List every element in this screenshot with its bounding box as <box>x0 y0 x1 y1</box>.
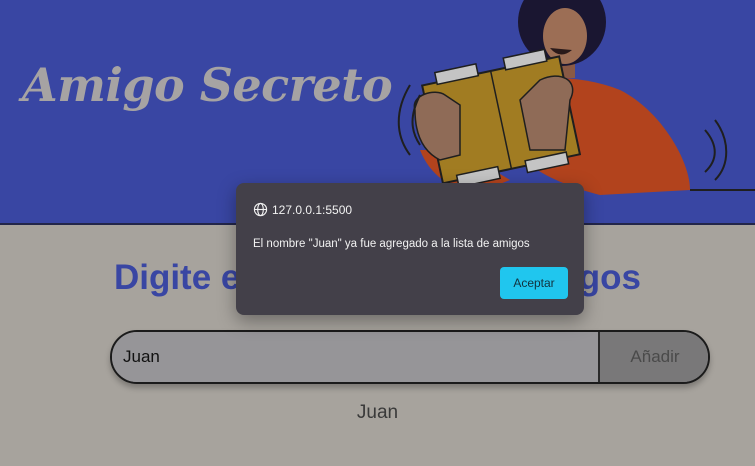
friend-list-item: Juan <box>356 402 399 423</box>
alert-dialog: 127.0.0.1:5500 El nombre "Juan" ya fue a… <box>236 183 584 315</box>
globe-icon <box>253 202 268 217</box>
dialog-origin: 127.0.0.1:5500 <box>253 202 352 217</box>
app-title: Amigo Secreto <box>22 58 393 112</box>
friend-list: Juan <box>0 402 755 424</box>
friend-name-input[interactable] <box>112 332 598 382</box>
dialog-origin-text: 127.0.0.1:5500 <box>272 202 353 217</box>
dialog-accept-button[interactable]: Aceptar <box>500 267 568 299</box>
name-input-group: Añadir <box>110 330 710 384</box>
dialog-message: El nombre "Juan" ya fue agregado a la li… <box>253 238 530 250</box>
add-friend-button[interactable]: Añadir <box>598 332 708 382</box>
